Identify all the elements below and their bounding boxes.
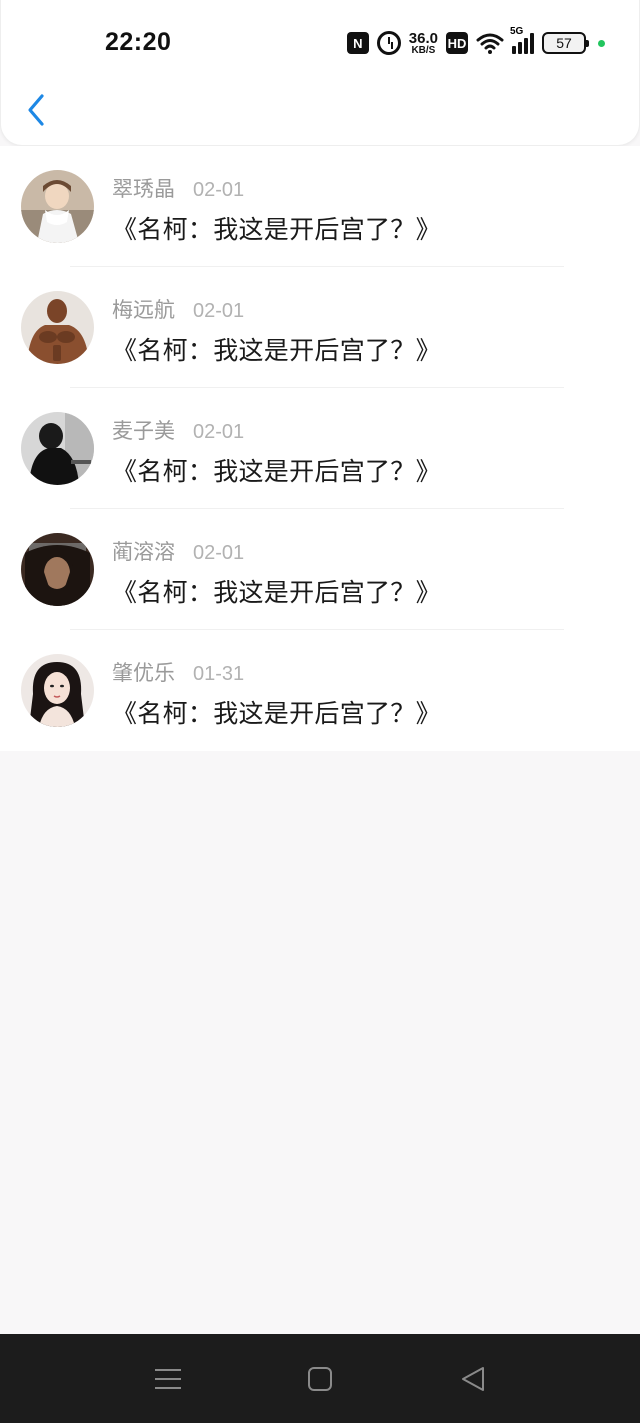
post-date: 02-01: [193, 179, 245, 201]
list-item[interactable]: 麦子美 02-01 《名柯：我这是开后宫了？》: [0, 388, 640, 509]
list-item[interactable]: 翠琇晶 02-01 《名柯：我这是开后宫了？》: [0, 146, 640, 267]
cellular-signal-icon: 5G: [510, 26, 534, 54]
avatar[interactable]: [21, 291, 94, 364]
message-text[interactable]: 《名柯：我这是开后宫了？》: [112, 452, 441, 488]
list-item[interactable]: 蔺溶溶 02-01 《名柯：我这是开后宫了？》: [0, 509, 640, 630]
message-text[interactable]: 《名柯：我这是开后宫了？》: [112, 573, 441, 609]
avatar[interactable]: [21, 654, 94, 727]
header-card: 22:20 N 36.0 KB/S HD 5G 57: [0, 0, 640, 146]
user-name[interactable]: 翠琇晶: [112, 173, 175, 203]
post-date: 02-01: [193, 542, 245, 564]
back-button[interactable]: [21, 90, 53, 130]
status-time: 22:20: [105, 28, 172, 56]
battery-level: 57: [556, 35, 572, 51]
item-meta: 麦子美 02-01: [112, 415, 244, 445]
list-item[interactable]: 肇优乐 01-31 《名柯：我这是开后宫了？》: [0, 630, 640, 751]
item-meta: 肇优乐 01-31: [112, 657, 244, 687]
back-triangle-icon[interactable]: [458, 1364, 488, 1394]
hd-icon: HD: [446, 32, 468, 54]
avatar[interactable]: [21, 412, 94, 485]
signal-bar: [512, 46, 516, 54]
home-square-icon[interactable]: [305, 1364, 335, 1394]
user-name[interactable]: 麦子美: [112, 415, 175, 445]
avatar[interactable]: [21, 170, 94, 243]
list-item[interactable]: 梅远航 02-01 《名柯：我这是开后宫了？》: [0, 267, 640, 388]
nfc-icon: N: [346, 32, 369, 54]
user-name[interactable]: 蔺溶溶: [112, 536, 175, 566]
menu-icon[interactable]: [153, 1364, 183, 1394]
item-meta: 翠琇晶 02-01: [112, 173, 244, 203]
network-speed: 36.0 KB/S: [409, 31, 438, 56]
message-text[interactable]: 《名柯：我这是开后宫了？》: [112, 694, 441, 730]
status-icons: N 36.0 KB/S HD 5G 57: [346, 26, 605, 58]
post-date: 02-01: [193, 421, 245, 443]
signal-bar: [530, 33, 534, 54]
speed-value: 36.0: [408, 29, 438, 47]
wifi-icon: [476, 33, 504, 54]
network-type: 5G: [510, 26, 524, 37]
user-name[interactable]: 梅远航: [112, 294, 175, 324]
system-nav-bar: [0, 1334, 640, 1423]
item-meta: 梅远航 02-01: [112, 294, 244, 324]
avatar[interactable]: [21, 533, 94, 606]
battery-icon: 57: [542, 32, 589, 54]
signal-bar: [518, 42, 522, 54]
user-name[interactable]: 肇优乐: [112, 657, 175, 687]
post-date: 01-31: [193, 663, 245, 685]
message-text[interactable]: 《名柯：我这是开后宫了？》: [112, 331, 441, 367]
signal-bar: [524, 38, 528, 54]
comment-list: 翠琇晶 02-01 《名柯：我这是开后宫了？》 梅远航 02-01 《名柯：我这…: [0, 146, 640, 751]
alarm-icon: [376, 31, 401, 55]
screen: 22:20 N 36.0 KB/S HD 5G 57 翠琇晶 02-01 《名柯…: [0, 0, 640, 1423]
chevron-left-icon: [28, 94, 44, 126]
speed-unit: KB/S: [411, 44, 436, 56]
privacy-indicator-dot: [598, 39, 605, 47]
item-meta: 蔺溶溶 02-01: [112, 536, 244, 566]
post-date: 02-01: [193, 300, 245, 322]
message-text[interactable]: 《名柯：我这是开后宫了？》: [112, 210, 441, 246]
